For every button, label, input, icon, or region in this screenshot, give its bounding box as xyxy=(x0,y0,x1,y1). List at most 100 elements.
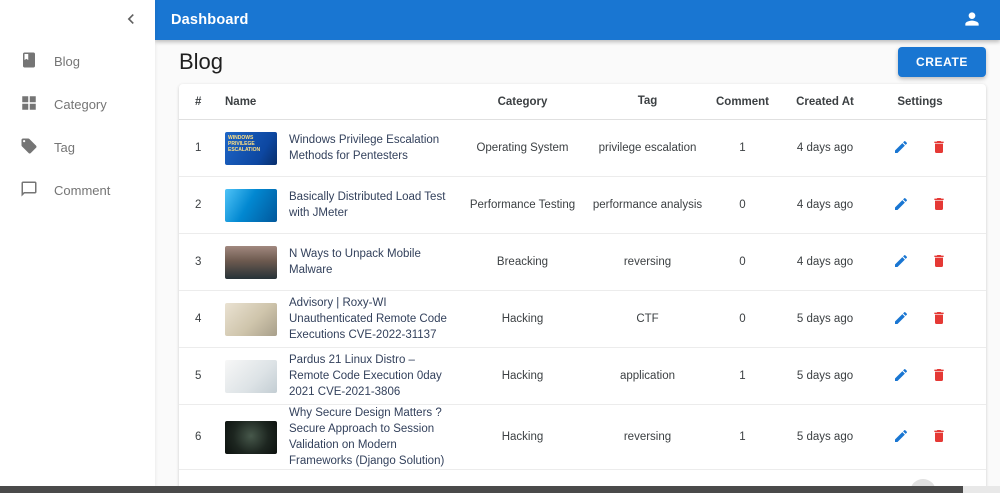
sidebar-item-label: Category xyxy=(54,97,107,112)
horizontal-scrollbar-track xyxy=(0,486,1000,493)
post-created-at: 5 days ago xyxy=(796,313,854,325)
sidebar-item-label: Tag xyxy=(54,140,75,155)
post-title: Basically Distributed Load Test with JMe… xyxy=(289,190,446,219)
post-thumbnail xyxy=(225,420,277,454)
edit-button[interactable] xyxy=(891,251,911,274)
post-created-at: 4 days ago xyxy=(796,199,854,211)
post-thumbnail: Windows Privilege Escalation xyxy=(225,131,277,165)
sidebar-item-comment[interactable]: Comment xyxy=(0,169,155,212)
trash-icon xyxy=(931,139,947,158)
post-thumbnail xyxy=(225,188,277,222)
post-comment-count: 0 xyxy=(739,313,746,325)
post-comment-count: 0 xyxy=(739,256,746,268)
page-title: Blog xyxy=(179,49,224,74)
collapse-sidebar-button[interactable] xyxy=(117,5,145,36)
tag-icon xyxy=(20,137,38,158)
sidebar-nav: Blog Category Tag Comment xyxy=(0,40,155,212)
create-button[interactable]: CREATE xyxy=(897,47,986,77)
post-thumbnail xyxy=(225,245,277,279)
post-tag: application xyxy=(620,369,675,382)
thumbnail-caption: Windows Privilege Escalation xyxy=(228,134,261,153)
pencil-icon xyxy=(893,139,909,158)
post-title: Advisory | Roxy-WI Unauthenticated Remot… xyxy=(289,296,447,342)
column-header-created-at: Created At xyxy=(796,95,854,108)
trash-icon xyxy=(931,253,947,272)
table-row: 6 Why Secure Design Matters ? Secure App… xyxy=(179,405,986,471)
thumbnail-caption xyxy=(225,360,257,366)
column-header-tag: Tag xyxy=(637,95,658,108)
post-category: Breacking xyxy=(496,256,549,268)
category-grid-icon xyxy=(20,94,38,115)
app-bar: Dashboard xyxy=(155,0,1000,40)
post-comment-count: 0 xyxy=(739,199,746,211)
row-index: 2 xyxy=(195,199,202,211)
edit-button[interactable] xyxy=(891,426,911,449)
column-header-name: Name xyxy=(225,95,257,108)
post-comment-count: 1 xyxy=(739,142,746,154)
sidebar-item-category[interactable]: Category xyxy=(0,83,155,126)
table-row: 5 Pardus 21 Linux Distro – Remote Code E… xyxy=(179,348,986,405)
edit-button[interactable] xyxy=(891,194,911,217)
column-header-settings: Settings xyxy=(897,95,943,108)
sidebar-item-blog[interactable]: Blog xyxy=(0,40,155,83)
post-category: Operating System xyxy=(476,142,569,154)
delete-button[interactable] xyxy=(929,251,949,274)
sidebar-item-label: Comment xyxy=(54,183,111,198)
person-icon xyxy=(962,9,982,32)
table-row: 1 Windows Privilege Escalation Windows P… xyxy=(179,120,986,177)
edit-button[interactable] xyxy=(891,365,911,388)
column-header-comment: Comment xyxy=(715,95,770,108)
blog-icon xyxy=(20,51,38,72)
row-index: 5 xyxy=(195,370,202,382)
table-row: 4 Advisory | Roxy-WI Unauthenticated Rem… xyxy=(179,291,986,348)
trash-icon xyxy=(931,196,947,215)
post-tag: performance analysis xyxy=(592,198,703,211)
delete-button[interactable] xyxy=(929,308,949,331)
main-content: Blog CREATE # Name Category Tag Comment … xyxy=(155,40,1000,493)
thumbnail-caption xyxy=(225,421,257,427)
app-bar-title: Dashboard xyxy=(171,12,249,28)
post-title: Pardus 21 Linux Distro – Remote Code Exe… xyxy=(289,353,442,399)
trash-icon xyxy=(931,428,947,447)
delete-button[interactable] xyxy=(929,194,949,217)
sidebar: Blog Category Tag Comment xyxy=(0,0,155,487)
delete-button[interactable] xyxy=(929,137,949,160)
post-thumbnail xyxy=(225,302,277,336)
pencil-icon xyxy=(893,253,909,272)
sidebar-item-label: Blog xyxy=(54,54,81,69)
row-index: 6 xyxy=(195,431,202,444)
post-title: N Ways to Unpack Mobile Malware xyxy=(289,247,421,276)
post-tag: CTF xyxy=(636,312,659,325)
post-title: Why Secure Design Matters ? Secure Appro… xyxy=(289,407,445,468)
trash-icon xyxy=(931,310,947,329)
post-tag: reversing xyxy=(623,431,672,444)
blog-table-card: # Name Category Tag Comment Created At S… xyxy=(179,84,986,493)
post-tag: reversing xyxy=(623,255,672,268)
row-index: 1 xyxy=(195,142,202,154)
post-created-at: 5 days ago xyxy=(796,370,854,382)
sidebar-item-tag[interactable]: Tag xyxy=(0,126,155,169)
post-category: Hacking xyxy=(501,370,544,382)
post-comment-count: 1 xyxy=(739,431,746,444)
post-tag: privilege escalation xyxy=(598,141,697,154)
thumbnail-caption xyxy=(225,246,257,252)
edit-button[interactable] xyxy=(891,137,911,160)
delete-button[interactable] xyxy=(929,426,949,449)
post-category: Hacking xyxy=(501,313,544,325)
post-title: Windows Privilege Escalation Methods for… xyxy=(289,133,440,162)
edit-button[interactable] xyxy=(891,308,911,331)
post-created-at: 4 days ago xyxy=(796,142,854,154)
column-header-index: # xyxy=(195,95,202,108)
pencil-icon xyxy=(893,310,909,329)
page-header: Blog CREATE xyxy=(179,40,986,84)
post-thumbnail xyxy=(225,359,277,393)
thumbnail-caption xyxy=(225,189,257,195)
pencil-icon xyxy=(893,367,909,386)
user-avatar-button[interactable] xyxy=(960,7,984,34)
delete-button[interactable] xyxy=(929,365,949,388)
trash-icon xyxy=(931,367,947,386)
post-comment-count: 1 xyxy=(739,370,746,382)
horizontal-scrollbar-thumb[interactable] xyxy=(0,486,963,493)
post-created-at: 5 days ago xyxy=(796,431,854,444)
row-index: 4 xyxy=(195,313,202,325)
